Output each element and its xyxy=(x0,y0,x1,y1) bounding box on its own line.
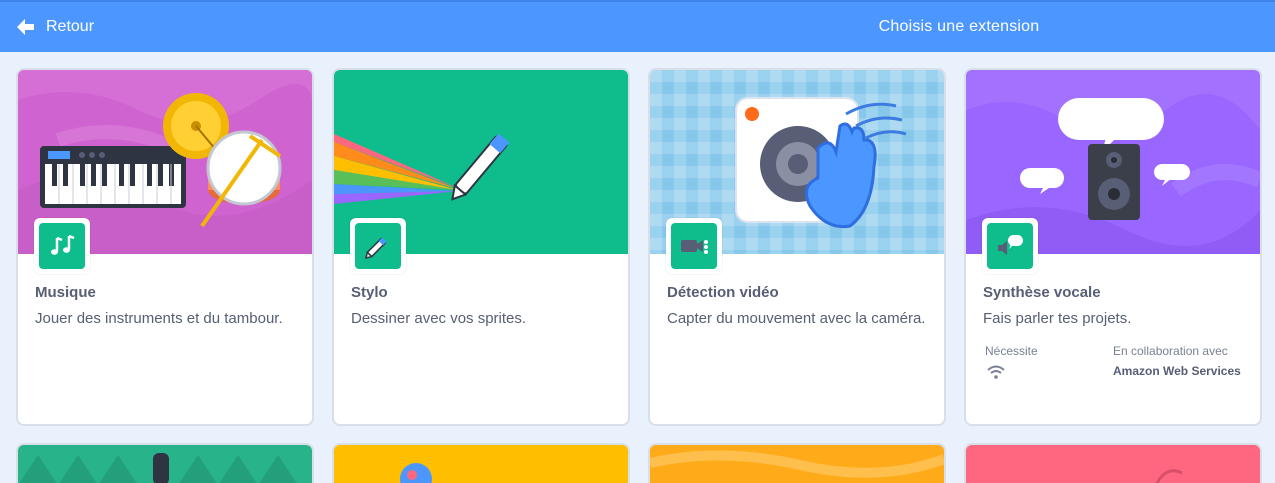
extension-name: Détection vidéo xyxy=(667,284,779,301)
extension-name: Stylo xyxy=(351,284,388,301)
speaker-bubble-icon xyxy=(987,223,1033,269)
extension-card-partial-3[interactable] xyxy=(648,443,946,483)
extension-description: Fais parler tes projets. xyxy=(983,310,1132,327)
tts-icon-frame xyxy=(982,218,1038,274)
collaboration-value: Amazon Web Services xyxy=(1113,364,1241,378)
extension-description: Dessiner avec vos sprites. xyxy=(351,310,527,327)
extension-card-music[interactable]: Musique Jouer des instruments et du tamb… xyxy=(16,68,314,426)
music-icon-frame xyxy=(34,218,90,274)
extension-name: Musique xyxy=(35,284,96,301)
extension-description: Capter du mouvement avec la caméra. xyxy=(667,310,926,327)
top-bar: Retour Choisis une extension xyxy=(0,0,1275,52)
video-icon-frame xyxy=(666,218,722,274)
extension-name: Synthèse vocale xyxy=(983,284,1101,301)
requires-label: Nécessite xyxy=(985,344,1038,358)
extension-card-video-sensing[interactable]: Détection vidéo Capter du mouvement avec… xyxy=(648,68,946,426)
extension-card-pen[interactable]: Stylo Dessiner avec vos sprites. xyxy=(332,68,630,426)
collaboration-label: En collaboration avec xyxy=(1113,344,1228,358)
video-camera-icon xyxy=(671,223,717,269)
extension-card-partial-2[interactable] xyxy=(332,443,630,483)
extension-description: Jouer des instruments et du tambour. xyxy=(35,310,283,327)
music-notes-icon xyxy=(39,223,85,269)
extension-card-text-to-speech[interactable]: Synthèse vocale Fais parler tes projets.… xyxy=(964,68,1262,426)
extension-card-partial-4[interactable] xyxy=(964,443,1262,483)
extension-card-partial-1[interactable] xyxy=(16,443,314,483)
page-title: Choisis une extension xyxy=(878,18,1040,35)
wifi-icon xyxy=(987,365,1005,384)
pen-icon-frame xyxy=(350,218,406,274)
pen-icon xyxy=(355,223,401,269)
